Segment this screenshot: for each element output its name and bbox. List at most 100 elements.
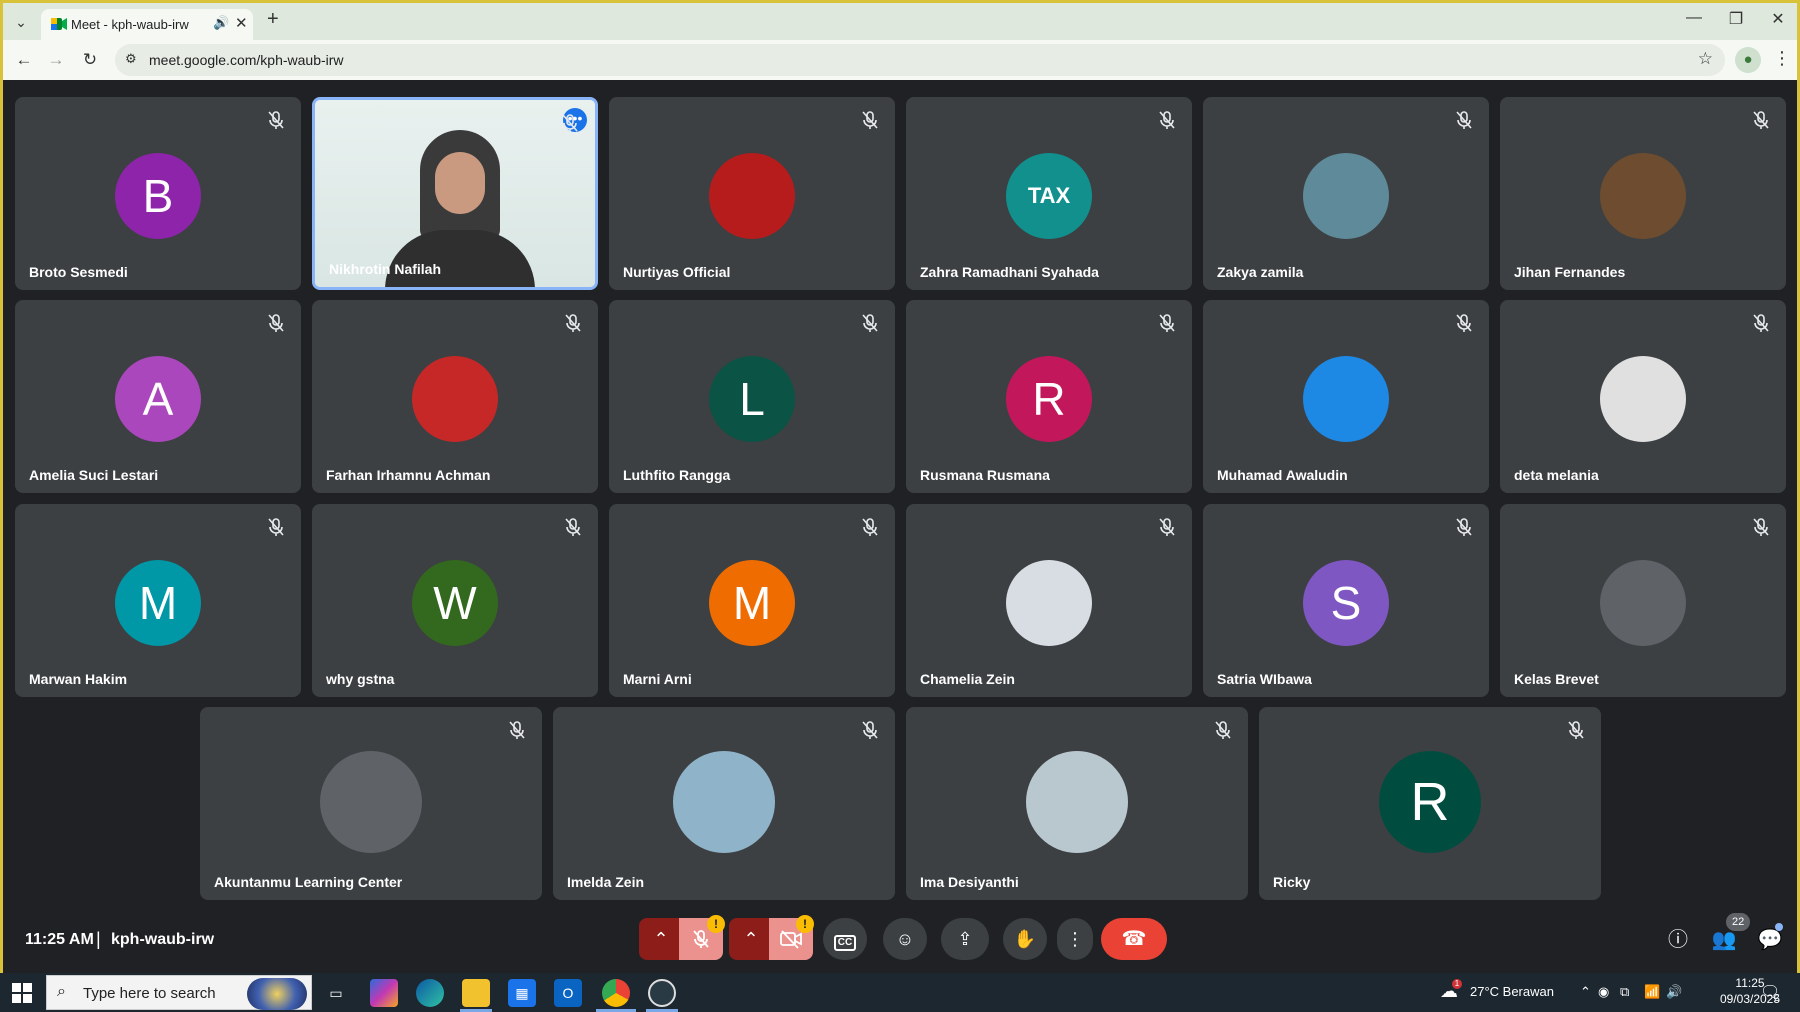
mic-off-icon (1750, 312, 1772, 334)
chrome-icon[interactable] (602, 979, 630, 1007)
participant-tile[interactable]: Jihan Fernandes (1500, 97, 1786, 290)
participant-tile[interactable]: Muhamad Awaludin (1203, 300, 1489, 493)
task-view-icon[interactable]: ▭ (322, 979, 350, 1007)
participant-tile[interactable]: Nurtiyas Official (609, 97, 895, 290)
location-icon[interactable]: ◉ (1598, 984, 1609, 1000)
participant-tile[interactable]: Akuntanmu Learning Center (200, 707, 542, 900)
participant-tile[interactable]: S Satria WIbawa (1203, 504, 1489, 697)
more-options-button[interactable]: ⋮ (1057, 918, 1093, 960)
windows-start-icon[interactable] (12, 983, 32, 1003)
meet-now-icon[interactable]: ⧉ (1620, 984, 1629, 1000)
participant-name: Muhamad Awaludin (1217, 467, 1348, 483)
participant-avatar (1600, 356, 1686, 442)
participant-avatar (412, 356, 498, 442)
tab-meet[interactable]: Meet - kph-waub-irw 🔊 ✕ (41, 9, 253, 40)
close-window-button[interactable]: ✕ (1763, 9, 1793, 29)
mic-off-icon (1212, 719, 1234, 741)
participant-avatar: R (1379, 751, 1481, 853)
participant-name: Akuntanmu Learning Center (214, 874, 403, 890)
tab-search-chevron-icon[interactable]: ⌄ (11, 12, 31, 32)
site-info-icon[interactable]: ⚙ (125, 51, 137, 67)
participant-name: Marni Arni (623, 671, 692, 687)
mic-off-icon (1750, 109, 1772, 131)
browser-toolbar: ← → ↻ ⚙ meet.google.com/kph-waub-irw ☆ ●… (3, 40, 1797, 80)
tray-chevron-icon[interactable]: ⌃ (1580, 984, 1591, 1000)
participant-name: deta melania (1514, 467, 1599, 483)
audio-playing-icon[interactable]: 🔊 (213, 15, 229, 31)
chat-notification-dot (1775, 923, 1783, 931)
participant-tile[interactable]: Kelas Brevet (1500, 504, 1786, 697)
back-button[interactable]: ← (11, 48, 37, 72)
forward-button[interactable]: → (43, 48, 69, 72)
participant-tile[interactable]: Chamelia Zein (906, 504, 1192, 697)
participant-tile[interactable]: deta melania (1500, 300, 1786, 493)
participant-tile[interactable]: Ima Desiyanthi (906, 707, 1248, 900)
participant-tile[interactable]: R Rusmana Rusmana (906, 300, 1192, 493)
mic-off-icon (859, 109, 881, 131)
meeting-controls-bar: 11:25 AM | kph-waub-irw ⌃ ! ⌃ ! CC ☺ ⇪ ✋ (3, 913, 1797, 973)
raise-hand-button[interactable]: ✋ (1003, 918, 1047, 960)
mic-off-icon (859, 516, 881, 538)
present-icon: ⇪ (957, 929, 973, 949)
leave-call-button[interactable]: ☎ (1101, 918, 1167, 960)
reload-button[interactable]: ↻ (77, 48, 103, 72)
mic-off-icon (1453, 516, 1475, 538)
mic-off-icon (693, 930, 709, 948)
meet-icon (51, 18, 67, 30)
participant-name: Satria WIbawa (1217, 671, 1312, 687)
mic-off-icon (1156, 312, 1178, 334)
edge-icon[interactable] (416, 979, 444, 1007)
search-icon: ⌕ (57, 983, 66, 1000)
participant-avatar: R (1006, 356, 1092, 442)
microsoft-store-icon[interactable]: ▦ (508, 979, 536, 1007)
new-tab-button[interactable]: + (267, 8, 279, 31)
participant-name: Zakya zamila (1217, 264, 1304, 280)
participant-tile[interactable]: M Marwan Hakim (15, 504, 301, 697)
participant-tile[interactable]: B Broto Sesmedi (15, 97, 301, 290)
mic-off-icon (265, 516, 287, 538)
participant-tile[interactable]: R Ricky (1259, 707, 1601, 900)
tab-close-icon[interactable]: ✕ (235, 14, 248, 32)
browser-menu-icon[interactable]: ⋮ (1773, 48, 1791, 69)
participant-tile[interactable]: TAX Zahra Ramadhani Syahada (906, 97, 1192, 290)
volume-icon[interactable]: 🔊 (1666, 984, 1682, 1000)
notification-count: 2 (1774, 993, 1780, 1004)
mic-off-icon (1565, 719, 1587, 741)
present-screen-button[interactable]: ⇪ (941, 918, 989, 960)
mic-off-icon (265, 109, 287, 131)
meeting-details-icon[interactable]: ⓘ (1663, 925, 1693, 955)
participant-tile[interactable]: M Marni Arni (609, 504, 895, 697)
copilot-icon[interactable] (370, 979, 398, 1007)
video-options-button[interactable]: ⌃ (729, 918, 773, 960)
captions-button[interactable]: CC (823, 918, 867, 960)
participant-tile[interactable]: Zakya zamila (1203, 97, 1489, 290)
wifi-icon[interactable]: 📶 (1644, 984, 1660, 1000)
participant-avatar: M (709, 560, 795, 646)
mic-off-icon (562, 312, 584, 334)
minimize-button[interactable]: — (1679, 9, 1709, 27)
weather-text[interactable]: 27°C Berawan (1470, 984, 1554, 999)
reactions-button[interactable]: ☺ (883, 918, 927, 960)
participant-tile[interactable]: L Luthfito Rangga (609, 300, 895, 493)
bookmark-star-icon[interactable]: ☆ (1698, 49, 1713, 69)
address-bar[interactable]: ⚙ meet.google.com/kph-waub-irw ☆ (115, 44, 1725, 76)
participant-tile[interactable]: ••• Nikhrotin Nafilah (312, 97, 598, 290)
audio-options-button[interactable]: ⌃ (639, 918, 683, 960)
meeting-code: kph-waub-irw (111, 931, 215, 948)
file-explorer-icon[interactable] (462, 979, 490, 1007)
participant-tile[interactable]: Imelda Zein (553, 707, 895, 900)
restore-button[interactable]: ❐ (1721, 9, 1751, 29)
screen-recorder-icon[interactable] (648, 979, 676, 1007)
tab-title: Meet - kph-waub-irw (71, 17, 189, 32)
taskbar-search-box[interactable]: ⌕ Type here to search (46, 975, 312, 1010)
windows-taskbar: ⌕ Type here to search ▭ ▦ O ☁ 1 27°C Ber… (0, 973, 1800, 1012)
profile-avatar-icon[interactable]: ● (1735, 47, 1761, 73)
mic-off-icon (265, 312, 287, 334)
more-vert-icon: ⋮ (1066, 929, 1084, 949)
participant-tile[interactable]: Farhan Irhamnu Achman (312, 300, 598, 493)
participant-tile[interactable]: Wwhy gstna (312, 504, 598, 697)
participant-tile[interactable]: A Amelia Suci Lestari (15, 300, 301, 493)
participant-name: Jihan Fernandes (1514, 264, 1626, 280)
outlook-icon[interactable]: O (554, 979, 582, 1007)
weather-alert-badge: 1 (1452, 979, 1462, 989)
